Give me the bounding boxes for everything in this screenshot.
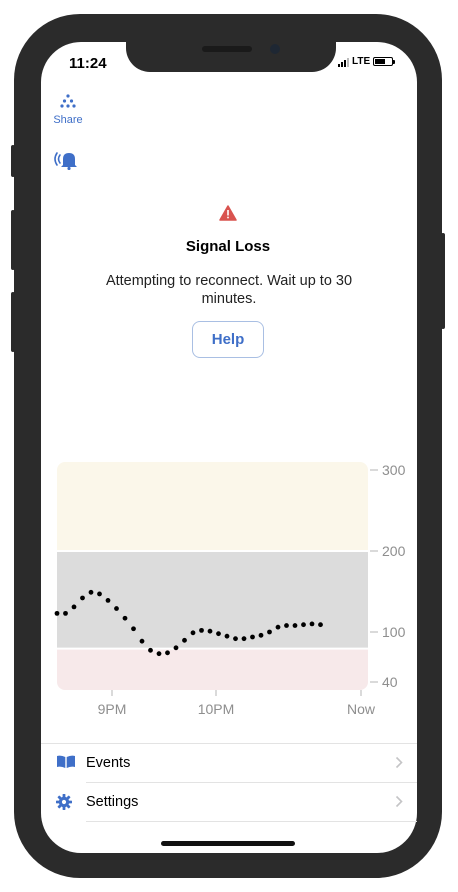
menu-item-settings[interactable]: Settings: [41, 782, 417, 821]
signal-icon: [338, 57, 349, 67]
glucose-point: [97, 591, 102, 597]
speaker: [202, 46, 252, 52]
glucose-point: [54, 610, 60, 616]
power-button: [441, 233, 445, 329]
menu-list: Events Settings: [41, 743, 417, 822]
glucose-point: [292, 623, 298, 628]
glucose-point: [318, 622, 323, 628]
share-dots-icon: [60, 94, 76, 108]
glucose-point: [156, 651, 162, 657]
mute-switch: [11, 145, 15, 177]
app-screen: [41, 42, 417, 853]
glucose-point: [114, 606, 119, 611]
book-icon: [57, 755, 75, 768]
glucose-point: [216, 631, 221, 637]
glucose-point: [148, 647, 153, 653]
glucose-point: [199, 627, 204, 633]
glucose-point: [190, 630, 196, 636]
alert-sound-icon: [54, 152, 77, 171]
glucose-point: [122, 615, 128, 621]
alert-message: Attempting to reconnect. Wait up to 30 m…: [105, 273, 353, 307]
glucose-point: [71, 604, 77, 610]
x-tick-label: Now: [347, 701, 376, 717]
glucose-point: [284, 623, 289, 628]
glucose-point: [233, 636, 238, 642]
glucose-chart: 300 200 100 40 9PM 10PM Now: [54, 462, 406, 717]
glucose-point: [275, 624, 281, 630]
battery-icon: [373, 57, 396, 66]
glucose-point: [165, 650, 170, 656]
glucose-point: [63, 610, 68, 616]
y-tick-label: 100: [382, 624, 406, 640]
chart-zones: [57, 462, 368, 690]
low-zone: [57, 648, 368, 690]
glucose-point: [88, 589, 94, 595]
gear-icon: [56, 794, 72, 810]
glucose-point: [301, 622, 306, 628]
glucose-point: [182, 637, 187, 643]
glucose-point: [131, 626, 136, 632]
help-button[interactable]: Help: [192, 321, 264, 358]
menu-item-label: Events: [86, 754, 131, 771]
share-label: Share: [53, 114, 83, 126]
menu-item-label: Settings: [86, 793, 139, 810]
glucose-point: [224, 633, 230, 639]
glucose-point: [250, 634, 255, 640]
target-zone: [57, 551, 368, 649]
glucose-point: [139, 638, 145, 644]
glucose-point: [258, 632, 264, 638]
chevron-right-icon: [395, 756, 403, 769]
glucose-point: [207, 628, 213, 634]
volume-down-button: [11, 292, 15, 352]
glucose-point: [173, 645, 179, 651]
front-camera: [270, 44, 280, 54]
chevron-right-icon: [395, 795, 403, 808]
x-tick-label: 9PM: [98, 701, 127, 717]
status-indicators: LTE: [338, 56, 396, 67]
y-tick-label: 40: [382, 674, 398, 690]
warning-triangle-icon: [219, 205, 237, 226]
volume-up-button: [11, 210, 15, 270]
glucose-point: [80, 595, 85, 601]
network-label: LTE: [352, 56, 371, 67]
high-zone: [57, 462, 368, 551]
y-tick-label: 200: [382, 543, 406, 559]
y-tick-label: 300: [382, 462, 406, 478]
glucose-point: [241, 636, 247, 642]
glucose-point: [105, 598, 111, 603]
glucose-point: [309, 621, 315, 627]
menu-item-events[interactable]: Events: [41, 743, 417, 782]
alert-sound-button[interactable]: [54, 150, 80, 175]
divider: [86, 821, 417, 822]
status-time: 11:24: [69, 55, 107, 72]
home-indicator[interactable]: [161, 841, 295, 846]
share-button[interactable]: Share: [48, 94, 88, 126]
glucose-point: [267, 629, 272, 635]
alert-title: Signal Loss: [185, 238, 271, 255]
x-tick-label: 10PM: [198, 701, 235, 717]
